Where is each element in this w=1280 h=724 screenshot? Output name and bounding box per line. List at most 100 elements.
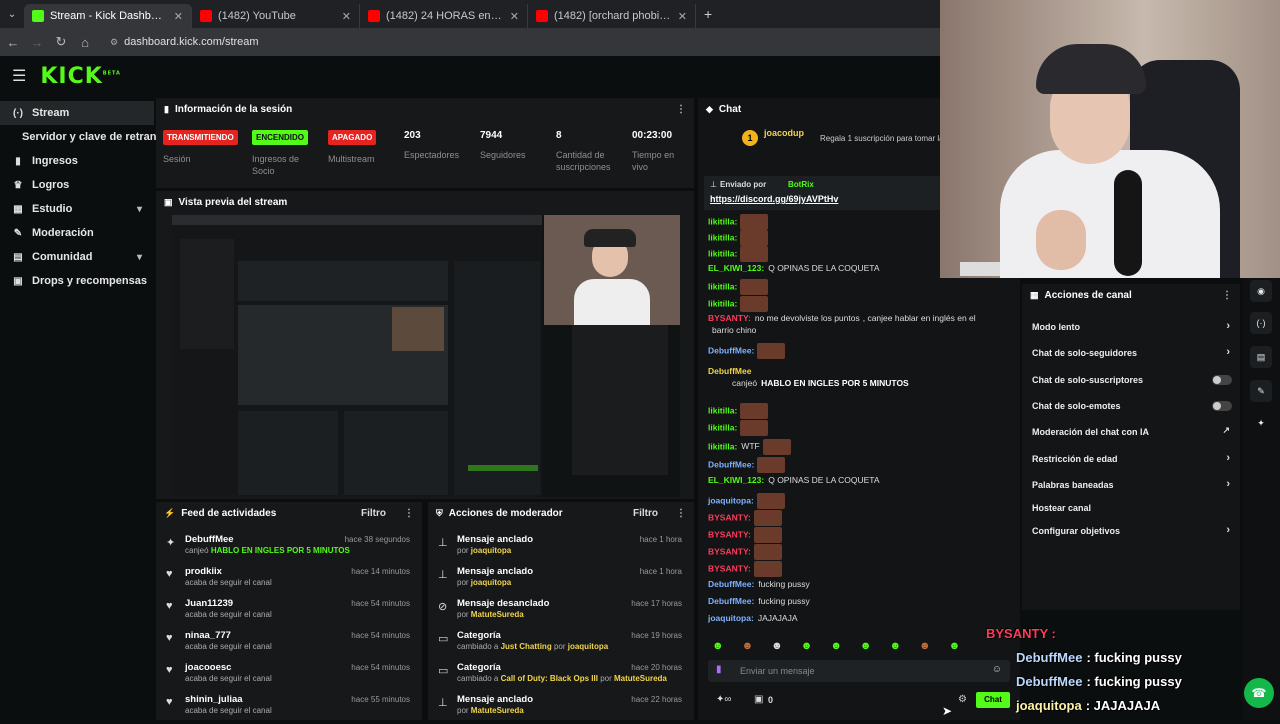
chat-username[interactable]: BYSANTY: bbox=[708, 313, 751, 323]
layout-rail-icon[interactable]: ▤ bbox=[1250, 346, 1272, 368]
feed-item-name[interactable]: shinin_juliaa bbox=[185, 694, 243, 705]
site-info-icon[interactable]: ⚙ bbox=[110, 37, 118, 48]
emote-icon[interactable]: ☻ bbox=[860, 640, 872, 654]
support-fab-icon[interactable]: ☎ bbox=[1244, 678, 1274, 708]
tab-list-icon[interactable]: ⌄ bbox=[0, 9, 24, 20]
emote-icon[interactable]: ☻ bbox=[771, 640, 783, 654]
emote-icon[interactable]: ☻ bbox=[949, 640, 961, 654]
mod-action-category[interactable]: Call of Duty: Black Ops III bbox=[501, 674, 598, 683]
mod-action-category[interactable]: Just Chatting bbox=[501, 642, 552, 651]
action-host-channel[interactable]: Hostear canal bbox=[1032, 503, 1230, 517]
wrench-rail-icon[interactable]: ✎ bbox=[1250, 380, 1272, 402]
action-configure-goals[interactable]: Configurar objetivos › bbox=[1032, 524, 1230, 540]
chat-username[interactable]: BYSANTY: bbox=[708, 546, 751, 556]
feed-item-name[interactable]: Juan11239 bbox=[185, 598, 233, 609]
feed-item-name[interactable]: prodkiix bbox=[185, 566, 222, 577]
pinned-link[interactable]: https://discord.gg/69jyAVPtHv bbox=[710, 194, 838, 204]
chat-username[interactable]: BYSANTY: bbox=[708, 529, 751, 539]
sidebar-item-server-key[interactable]: Servidor y clave de retransm bbox=[0, 125, 172, 149]
url-field[interactable]: ⚙ dashboard.kick.com/stream bbox=[110, 36, 259, 48]
chat-username[interactable]: DebuffMee: bbox=[708, 579, 754, 589]
close-icon[interactable]: ✕ bbox=[174, 10, 183, 23]
more-icon[interactable]: ⋮ bbox=[404, 508, 414, 519]
close-icon[interactable]: ✕ bbox=[510, 10, 519, 23]
chat-username[interactable]: DebuffMee: bbox=[708, 596, 754, 606]
broadcast-rail-icon[interactable]: (·) bbox=[1250, 312, 1272, 334]
action-followers-only[interactable]: Chat de solo-seguidores › bbox=[1032, 346, 1230, 362]
subscribers-only-toggle[interactable] bbox=[1212, 375, 1232, 385]
mod-action-user[interactable]: joaquitopa bbox=[471, 578, 511, 587]
community-icon[interactable]: ✦∞ bbox=[716, 694, 732, 705]
mic-icon[interactable]: ▮ bbox=[716, 664, 722, 675]
menu-icon[interactable]: ☰ bbox=[12, 66, 26, 86]
chat-rail-icon[interactable]: ◉ bbox=[1250, 280, 1272, 302]
filter-button[interactable]: Filtro bbox=[633, 508, 658, 519]
chat-username[interactable]: DebuffMee bbox=[708, 366, 751, 376]
send-chat-button[interactable]: Chat bbox=[976, 692, 1010, 708]
stream-preview-video[interactable] bbox=[172, 215, 680, 497]
action-emotes-only[interactable]: Chat de solo-emotes bbox=[1032, 401, 1232, 415]
back-icon[interactable]: ← bbox=[6, 35, 20, 50]
close-icon[interactable]: ✕ bbox=[342, 10, 351, 23]
action-subscribers-only[interactable]: Chat de solo-suscriptores bbox=[1032, 375, 1232, 389]
chat-username[interactable]: likitilla: bbox=[708, 216, 737, 226]
emote-icon[interactable]: ☻ bbox=[919, 640, 931, 654]
action-age-restriction[interactable]: Restricción de edad › bbox=[1032, 452, 1230, 468]
emote-icon[interactable]: ☻ bbox=[830, 640, 842, 654]
home-icon[interactable]: ⌂ bbox=[78, 35, 92, 50]
close-icon[interactable]: ✕ bbox=[678, 10, 687, 23]
sidebar-item-estudio[interactable]: ▦ Estudio ▾ bbox=[0, 197, 154, 221]
kick-logo[interactable]: KICKBETA bbox=[40, 64, 121, 89]
emote-picker-icon[interactable]: ☺ bbox=[992, 664, 1002, 675]
action-banned-words[interactable]: Palabras baneadas › bbox=[1032, 478, 1230, 494]
emote-icon[interactable]: ☻ bbox=[742, 640, 754, 654]
mod-action-user[interactable]: MatuteSureda bbox=[471, 610, 524, 619]
settings-icon[interactable]: ⚙ bbox=[958, 694, 967, 705]
tab-youtube-1[interactable]: (1482) YouTube ✕ bbox=[192, 4, 360, 28]
emote-icon[interactable]: ☻ bbox=[712, 640, 724, 654]
sidebar-item-ingresos[interactable]: ▮ Ingresos bbox=[0, 149, 154, 173]
chat-username[interactable]: likitilla: bbox=[708, 248, 737, 258]
more-icon[interactable]: ⋮ bbox=[676, 104, 686, 115]
chat-username[interactable]: likitilla: bbox=[708, 405, 737, 415]
feed-item-name[interactable]: joacooesc bbox=[185, 662, 231, 673]
mod-action-user[interactable]: MatuteSureda bbox=[614, 674, 667, 683]
chat-username[interactable]: DebuffMee: bbox=[708, 345, 754, 355]
chat-username[interactable]: DebuffMee: bbox=[708, 459, 754, 469]
emote-icon[interactable]: ☻ bbox=[889, 640, 901, 654]
forward-icon[interactable]: → bbox=[30, 35, 44, 50]
sidebar-item-logros[interactable]: ♛ Logros bbox=[0, 173, 154, 197]
chat-username[interactable]: EL_KIWI_123: bbox=[708, 475, 764, 485]
chat-username[interactable]: BYSANTY: bbox=[708, 512, 751, 522]
pinned-user[interactable]: BotRix bbox=[788, 180, 814, 189]
tab-kick-dashboard[interactable]: Stream - Kick Dashboard ✕ bbox=[24, 4, 192, 28]
chat-username[interactable]: EL_KIWI_123: bbox=[708, 263, 764, 273]
mod-action-user[interactable]: joaquitopa bbox=[471, 546, 511, 555]
sidebar-item-comunidad[interactable]: ▤ Comunidad ▾ bbox=[0, 245, 154, 269]
chat-username[interactable]: likitilla: bbox=[708, 298, 737, 308]
filter-button[interactable]: Filtro bbox=[361, 508, 386, 519]
chat-username[interactable]: likitilla: bbox=[708, 441, 737, 451]
action-ai-moderation[interactable]: Moderación del chat con IA ↗ bbox=[1032, 425, 1230, 441]
action-slow-mode[interactable]: Modo lento › bbox=[1032, 320, 1230, 336]
feed-item-name[interactable]: DebuffMee bbox=[185, 534, 234, 545]
tab-youtube-2[interactable]: (1482) 24 HORAS en STREAM e ✕ bbox=[360, 4, 528, 28]
emotes-only-toggle[interactable] bbox=[1212, 401, 1232, 411]
reload-icon[interactable]: ↻ bbox=[54, 34, 68, 50]
mod-action-user[interactable]: joaquitopa bbox=[568, 642, 608, 651]
sidebar-item-stream[interactable]: (·) Stream bbox=[0, 101, 154, 125]
chat-username[interactable]: BYSANTY: bbox=[708, 563, 751, 573]
chat-username[interactable]: joaquitopa: bbox=[708, 495, 754, 505]
feed-item-name[interactable]: ninaa_777 bbox=[185, 630, 231, 641]
chat-input[interactable]: ▮ Enviar un mensaje ☺ bbox=[708, 660, 1010, 682]
chat-username[interactable]: likitilla: bbox=[708, 281, 737, 291]
mod-action-user[interactable]: MatuteSureda bbox=[471, 706, 524, 715]
sidebar-item-moderacion[interactable]: ✎ Moderación bbox=[0, 221, 154, 245]
chat-username[interactable]: likitilla: bbox=[708, 232, 737, 242]
emote-icon[interactable]: ☻ bbox=[801, 640, 813, 654]
more-icon[interactable]: ⋮ bbox=[676, 508, 686, 519]
chat-username[interactable]: joaquitopa: bbox=[708, 613, 754, 623]
new-tab-icon[interactable]: + bbox=[704, 6, 712, 22]
tab-youtube-3[interactable]: (1482) [orchard phobia] - YouTu ✕ bbox=[528, 4, 696, 28]
community-rail-icon[interactable]: ✦ bbox=[1250, 412, 1272, 434]
